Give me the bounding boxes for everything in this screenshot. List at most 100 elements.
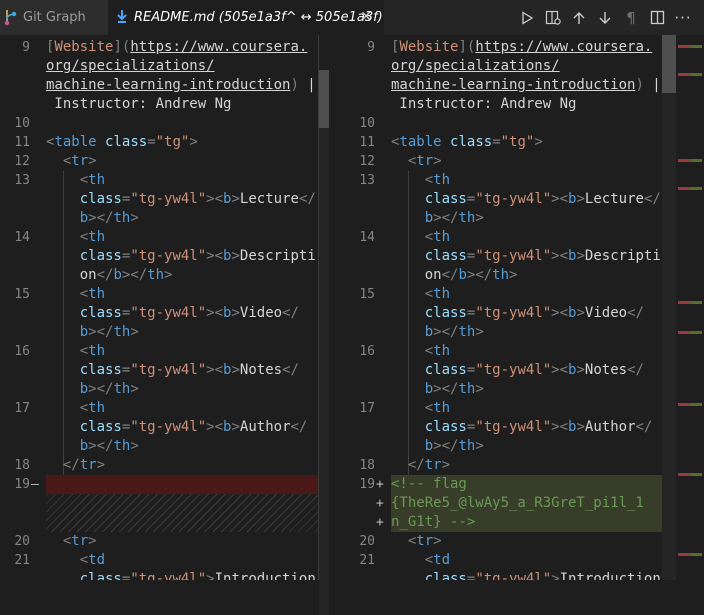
- code-line[interactable]: 9 [Website](https://www.coursera.: [0, 38, 318, 57]
- code-token: "tg-yw4l": [130, 571, 207, 580]
- code-line[interactable]: [0, 513, 318, 532]
- code-line[interactable]: 20 <tr>: [345, 532, 675, 551]
- open-changes-icon[interactable]: [540, 0, 566, 35]
- code-token: class: [424, 571, 467, 580]
- code-line[interactable]: 9 [Website](https://www.coursera.: [345, 38, 675, 57]
- original-editor[interactable]: 9 [Website](https://www.coursera. org/spec…: [0, 35, 318, 580]
- code-line[interactable]: 19—: [0, 475, 318, 494]
- code-line[interactable]: 12 <tr>: [345, 152, 675, 171]
- diff-sash[interactable]: [318, 35, 346, 615]
- code-line[interactable]: b></th>: [345, 323, 675, 342]
- code-line[interactable]: class="tg-yw4l"><b>Video</: [0, 304, 318, 323]
- code-line[interactable]: b></th>: [345, 437, 675, 456]
- code-line[interactable]: 10: [0, 114, 318, 133]
- code-line[interactable]: class="tg-yw4l"><b>Descripti: [0, 247, 318, 266]
- more-icon[interactable]: ···: [670, 0, 696, 35]
- previous-change-icon[interactable]: [566, 0, 592, 35]
- modified-scrollbar[interactable]: [662, 35, 676, 580]
- code-line[interactable]: 14 <th: [345, 228, 675, 247]
- code-line[interactable]: 12 <tr>: [0, 152, 318, 171]
- code-line[interactable]: org/specializations/: [345, 57, 675, 76]
- code-line[interactable]: machine-learning-introduction) |: [0, 76, 318, 95]
- code-line[interactable]: b></th>: [0, 437, 318, 456]
- code-text: </tr>: [391, 456, 675, 475]
- code-line[interactable]: machine-learning-introduction) |: [345, 76, 675, 95]
- code-line[interactable]: org/specializations/: [0, 57, 318, 76]
- code-text: class="tg-yw4l"><b>Lecture</: [46, 190, 318, 209]
- code-token: >: [206, 419, 215, 435]
- code-line[interactable]: 11 <table class="tg">: [0, 133, 318, 152]
- code-line[interactable]: 14 <th: [0, 228, 318, 247]
- code-line[interactable]: b></th>: [345, 380, 675, 399]
- code-line[interactable]: class="tg-yw4l"><b>Descripti: [345, 247, 675, 266]
- code-line[interactable]: b></th>: [0, 209, 318, 228]
- code-line[interactable]: 10: [345, 114, 675, 133]
- editor-toolbar: ¶ ···: [514, 0, 696, 35]
- code-line[interactable]: on</b></th>: [345, 266, 675, 285]
- code-text: [Website](https://www.coursera.: [391, 38, 675, 57]
- original-scrollbar[interactable]: [319, 70, 329, 615]
- code-token: </: [441, 267, 459, 283]
- code-token: th: [433, 343, 451, 359]
- code-line[interactable]: class="tg-yw4l"><b>Lecture</: [345, 190, 675, 209]
- code-token: th: [147, 267, 165, 283]
- code-line[interactable]: on</b></th>: [0, 266, 318, 285]
- tab-git-graph[interactable]: Git Graph: [0, 0, 108, 35]
- code-line[interactable]: 20 <tr>: [0, 532, 318, 551]
- code-line[interactable]: b></th>: [0, 323, 318, 342]
- code-line[interactable]: class="tg-yw4l"><b>Notes</: [0, 361, 318, 380]
- close-icon[interactable]: ✕: [360, 9, 372, 25]
- code-line[interactable]: class="tg-yw4l"><b>Notes</: [345, 361, 675, 380]
- code-line[interactable]: class="tg-yw4l"><b>Video</: [345, 304, 675, 323]
- code-line[interactable]: 19 + <!-- flag: [345, 475, 675, 494]
- code-line[interactable]: 17 <th: [0, 399, 318, 418]
- pilcrow-icon[interactable]: ¶: [618, 0, 644, 35]
- tab-readme-diff[interactable]: README.md (505e1a3f^ ↔ 505e1a3f) ✕: [108, 0, 384, 35]
- code-text: on</b></th>: [46, 266, 318, 285]
- code-token: >: [433, 533, 442, 549]
- code-line[interactable]: class="tg-yw4l"><b>Author</: [0, 418, 318, 437]
- code-text: n_G1t} -->: [391, 513, 675, 532]
- code-line[interactable]: 15 <th: [345, 285, 675, 304]
- code-token: <: [214, 362, 224, 378]
- code-line[interactable]: class="tg-yw4l"><b>Lecture</: [0, 190, 318, 209]
- code-token: machine-learning-introduction: [391, 77, 636, 93]
- code-line[interactable]: 18 </tr>: [0, 456, 318, 475]
- overview-ruler[interactable]: [676, 35, 704, 580]
- split-editor-icon[interactable]: [644, 0, 670, 35]
- modified-editor[interactable]: 9 [Website](https://www.coursera. org/spec…: [345, 35, 675, 580]
- scrollbar-thumb[interactable]: [319, 70, 329, 128]
- code-token: th: [88, 400, 106, 416]
- code-line[interactable]: 17 <th: [345, 399, 675, 418]
- code-line[interactable]: 21 <td: [0, 551, 318, 570]
- code-token: class: [450, 134, 493, 150]
- code-line[interactable]: + n_G1t} -->: [345, 513, 675, 532]
- line-number: 19: [14, 477, 30, 492]
- code-token: tr: [424, 457, 442, 473]
- code-line[interactable]: 16 <th: [0, 342, 318, 361]
- code-line[interactable]: class="tg-yw4l">Introduction: [0, 570, 318, 580]
- code-line[interactable]: class="tg-yw4l"><b>Author</: [345, 418, 675, 437]
- code-line[interactable]: Instructor: Andrew Ng: [0, 95, 318, 114]
- code-line[interactable]: 15 <th: [0, 285, 318, 304]
- code-line[interactable]: [0, 494, 318, 513]
- code-line[interactable]: class="tg-yw4l">Introduction: [345, 570, 675, 580]
- code-line[interactable]: b></th>: [345, 209, 675, 228]
- code-line[interactable]: + {TheRe5_@lwAy5_a_R3GreT_pi1l_1: [345, 494, 675, 513]
- code-token: </: [96, 438, 114, 454]
- scrollbar-thumb[interactable]: [662, 35, 676, 93]
- code-line[interactable]: Instructor: Andrew Ng: [345, 95, 675, 114]
- code-token: Lecture: [584, 191, 644, 207]
- code-line[interactable]: 16 <th: [345, 342, 675, 361]
- run-icon[interactable]: [514, 0, 540, 35]
- line-number: 12: [359, 154, 375, 169]
- next-change-icon[interactable]: [592, 0, 618, 35]
- code-line[interactable]: 13 <th: [0, 171, 318, 190]
- code-line[interactable]: 21 <td: [345, 551, 675, 570]
- code-line[interactable]: b></th>: [0, 380, 318, 399]
- code-line[interactable]: 11 <table class="tg">: [345, 133, 675, 152]
- code-line[interactable]: 13 <th: [345, 171, 675, 190]
- code-line[interactable]: 18 </tr>: [345, 456, 675, 475]
- line-number: 12: [14, 154, 30, 169]
